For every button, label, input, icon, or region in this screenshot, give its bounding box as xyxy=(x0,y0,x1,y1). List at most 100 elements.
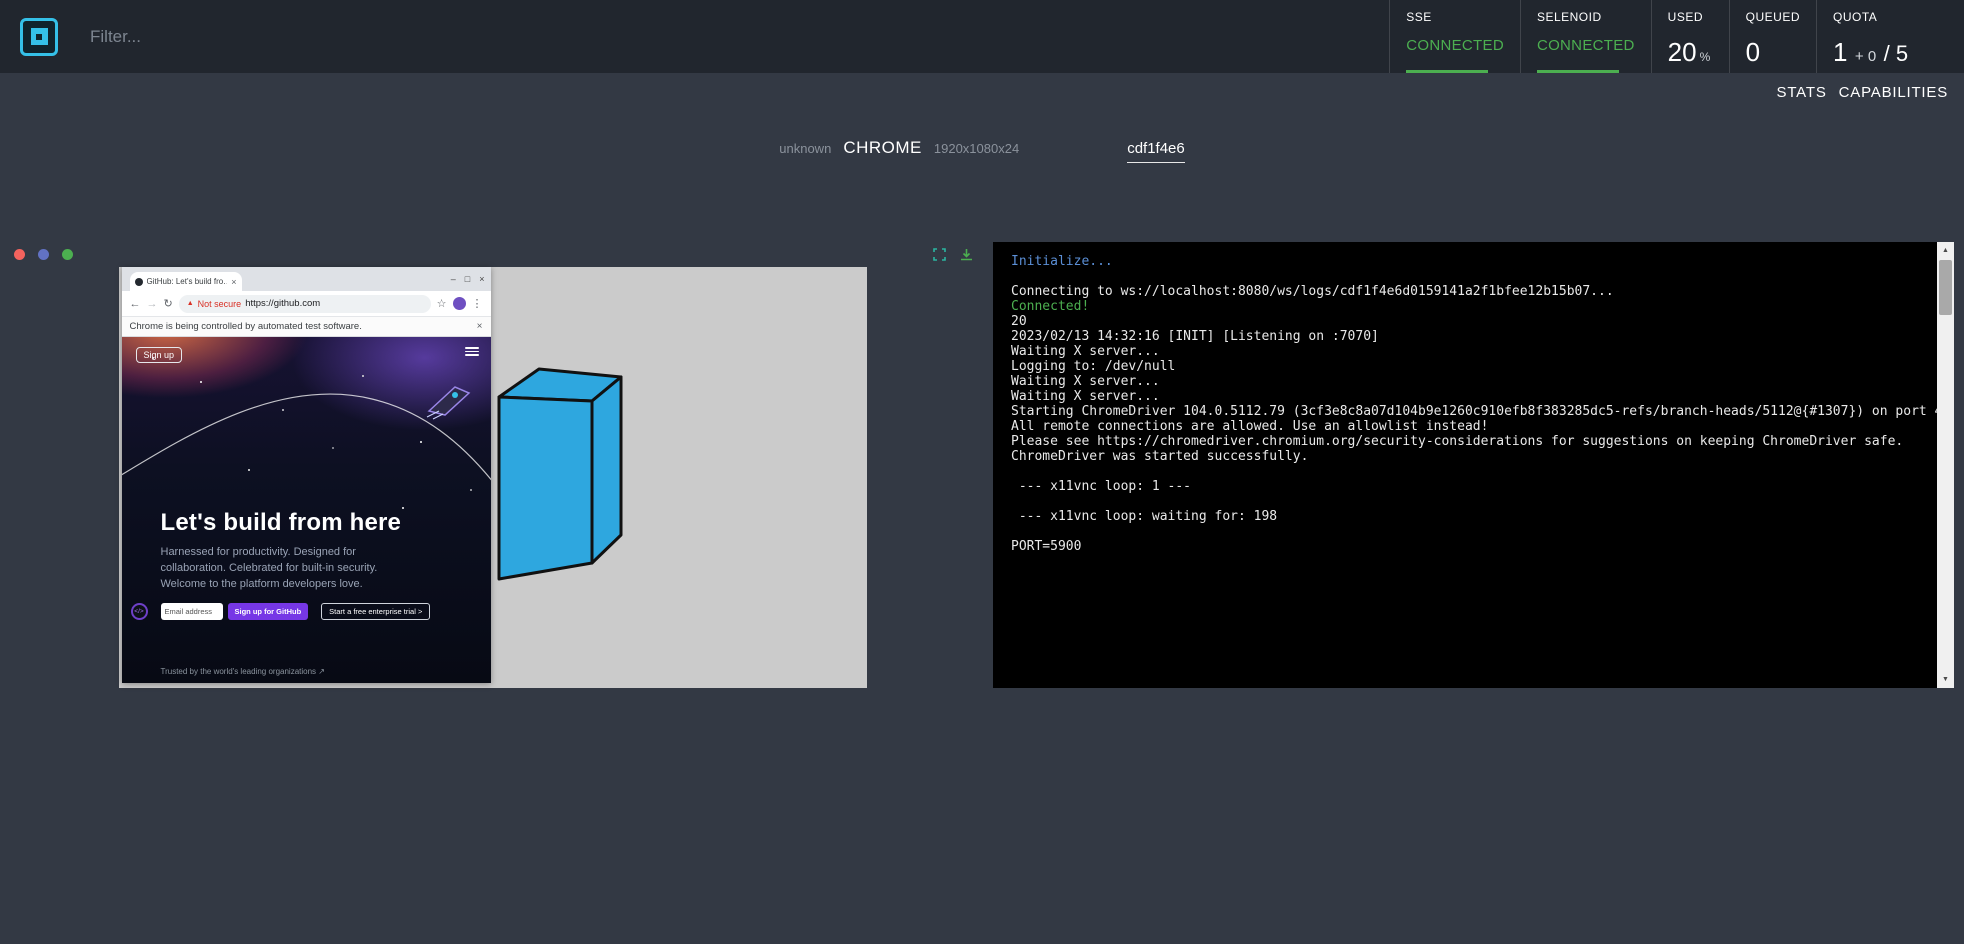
session-user: unknown xyxy=(779,141,831,156)
code-badge: </> xyxy=(131,603,148,620)
terminal-line: Please see https://chromedriver.chromium… xyxy=(1011,434,1914,449)
nav-links: STATS CAPABILITIES xyxy=(1777,84,1948,101)
filter-input[interactable] xyxy=(88,26,408,48)
terminal-line: PORT=5900 xyxy=(1011,539,1914,554)
session-id[interactable]: cdf1f4e6 xyxy=(1127,140,1185,163)
terminal-line xyxy=(1011,494,1914,509)
terminal-line: Connected! xyxy=(1011,299,1914,314)
vnc-panel: GitHub: Let's build fro… × – □ × ← → ↻ xyxy=(0,242,985,688)
stats-group: SSE CONNECTED SELENOID CONNECTED USED 20… xyxy=(1389,0,1964,73)
stat-selenoid-value: CONNECTED xyxy=(1537,37,1635,54)
window-dots xyxy=(14,249,73,260)
terminal-line: Waiting X server... xyxy=(1011,389,1914,404)
terminal-line: Initialize... xyxy=(1011,254,1914,269)
browser-tab: GitHub: Let's build fro… × xyxy=(130,272,242,291)
session-row[interactable]: unknown CHROME 1920x1080x24 cdf1f4e6 xyxy=(0,138,1964,163)
address-bar: ▲ Not secure https://github.com xyxy=(179,295,431,313)
trusted-text: Trusted by the world's leading organizat… xyxy=(161,667,325,676)
terminal-panel[interactable]: Initialize... Connecting to ws://localho… xyxy=(993,242,1954,688)
back-icon: ← xyxy=(130,298,141,310)
browser-tabstrip: GitHub: Let's build fro… × – □ × xyxy=(122,267,491,291)
terminal-line xyxy=(1011,269,1914,284)
window-dot-green xyxy=(62,249,73,260)
hero-title: Let's build from here xyxy=(161,509,402,537)
stat-quota-total: / 5 xyxy=(1884,41,1908,66)
stat-sse: SSE CONNECTED xyxy=(1389,0,1520,73)
stat-used-label: USED xyxy=(1668,10,1713,24)
stat-used-value: 20 xyxy=(1668,37,1697,67)
terminal-line: Starting ChromeDriver 104.0.5112.79 (3cf… xyxy=(1011,404,1914,419)
session-browser: CHROME xyxy=(843,138,922,158)
hero-form: Email address Sign up for GitHub Start a… xyxy=(161,603,431,620)
forward-icon: → xyxy=(147,298,158,310)
automation-close-icon: × xyxy=(477,321,483,332)
terminal-line: Connecting to ws://localhost:8080/ws/log… xyxy=(1011,284,1914,299)
terminal-line: All remote connections are allowed. Use … xyxy=(1011,419,1914,434)
signup-button: Sign up for GitHub xyxy=(228,603,309,620)
stat-queued-label: QUEUED xyxy=(1746,10,1800,24)
status-underline xyxy=(1537,70,1619,73)
app-logo[interactable] xyxy=(20,18,58,56)
status-underline xyxy=(1406,70,1488,73)
browser-window: GitHub: Let's build fro… × – □ × ← → ↻ xyxy=(122,267,491,683)
terminal-line: 20 xyxy=(1011,314,1914,329)
stat-quota-pending: + 0 xyxy=(1855,48,1876,65)
terminal-log: Initialize... Connecting to ws://localho… xyxy=(1011,254,1914,554)
stat-sse-value: CONNECTED xyxy=(1406,37,1504,54)
window-dot-red xyxy=(14,249,25,260)
nav-stats-link[interactable]: STATS xyxy=(1777,84,1827,101)
window-close-icon: × xyxy=(479,274,484,284)
hamburger-icon xyxy=(465,347,479,356)
terminal-line: 2023/02/13 14:32:16 [INIT] [Listening on… xyxy=(1011,329,1914,344)
terminal-line: Waiting X server... xyxy=(1011,374,1914,389)
main-area: GitHub: Let's build fro… × – □ × ← → ↻ xyxy=(0,242,1954,688)
terminal-line xyxy=(1011,524,1914,539)
stat-selenoid: SELENOID CONNECTED xyxy=(1520,0,1651,73)
scroll-up-button[interactable]: ▲ xyxy=(1937,242,1954,259)
vnc-header xyxy=(0,242,985,267)
terminal-line xyxy=(1011,464,1914,479)
vnc-screen[interactable]: GitHub: Let's build fro… × – □ × ← → ↻ xyxy=(119,267,867,688)
session-resolution: 1920x1080x24 xyxy=(934,141,1019,156)
stat-queued: QUEUED 0 xyxy=(1729,0,1816,73)
trial-button: Start a free enterprise trial > xyxy=(321,603,430,620)
selenoid-ui-page: SSE CONNECTED SELENOID CONNECTED USED 20… xyxy=(0,0,1964,944)
not-secure-icon: ▲ xyxy=(187,300,194,307)
window-dot-blue xyxy=(38,249,49,260)
url-text: https://github.com xyxy=(245,298,320,309)
stat-quota-current: 1 xyxy=(1833,37,1847,67)
window-minimize-icon: – xyxy=(451,274,456,284)
automation-text: Chrome is being controlled by automated … xyxy=(130,321,362,332)
automation-bar: Chrome is being controlled by automated … xyxy=(122,317,491,337)
scrollbar[interactable]: ▲ ▼ xyxy=(1937,242,1954,688)
avatar xyxy=(453,297,466,310)
stat-queued-value: 0 xyxy=(1746,37,1760,67)
scroll-thumb[interactable] xyxy=(1939,260,1952,315)
github-hero: Sign up Let's build from here Harnessed … xyxy=(122,337,491,683)
canvas-cube xyxy=(495,363,626,591)
stat-quota-label: QUOTA xyxy=(1833,10,1944,24)
reload-icon: ↻ xyxy=(164,297,173,310)
terminal-line: ChromeDriver was started successfully. xyxy=(1011,449,1914,464)
email-field: Email address xyxy=(161,603,223,620)
terminal-line: Waiting X server... xyxy=(1011,344,1914,359)
scroll-down-button[interactable]: ▼ xyxy=(1937,671,1954,688)
top-bar: SSE CONNECTED SELENOID CONNECTED USED 20… xyxy=(0,0,1964,73)
app-logo-icon xyxy=(31,28,48,45)
app-logo-core xyxy=(36,34,42,40)
stat-used: USED 20% xyxy=(1651,0,1729,73)
not-secure-label: Not secure xyxy=(198,299,242,309)
window-maximize-icon: □ xyxy=(465,274,470,284)
stat-used-unit: % xyxy=(1700,50,1711,64)
github-favicon xyxy=(135,278,143,286)
stat-sse-label: SSE xyxy=(1406,10,1504,24)
spaceship-illustration xyxy=(425,381,477,426)
nav-capabilities-link[interactable]: CAPABILITIES xyxy=(1839,84,1948,101)
fullscreen-icon[interactable] xyxy=(933,248,946,261)
hero-subtitle: Harnessed for productivity. Designed for… xyxy=(161,545,413,593)
download-icon[interactable] xyxy=(960,248,973,261)
browser-menu-icon: ⋮ xyxy=(472,297,483,310)
terminal-line: Logging to: /dev/null xyxy=(1011,359,1914,374)
window-controls: – □ × xyxy=(451,274,485,284)
terminal-line: --- x11vnc loop: 1 --- xyxy=(1011,479,1914,494)
